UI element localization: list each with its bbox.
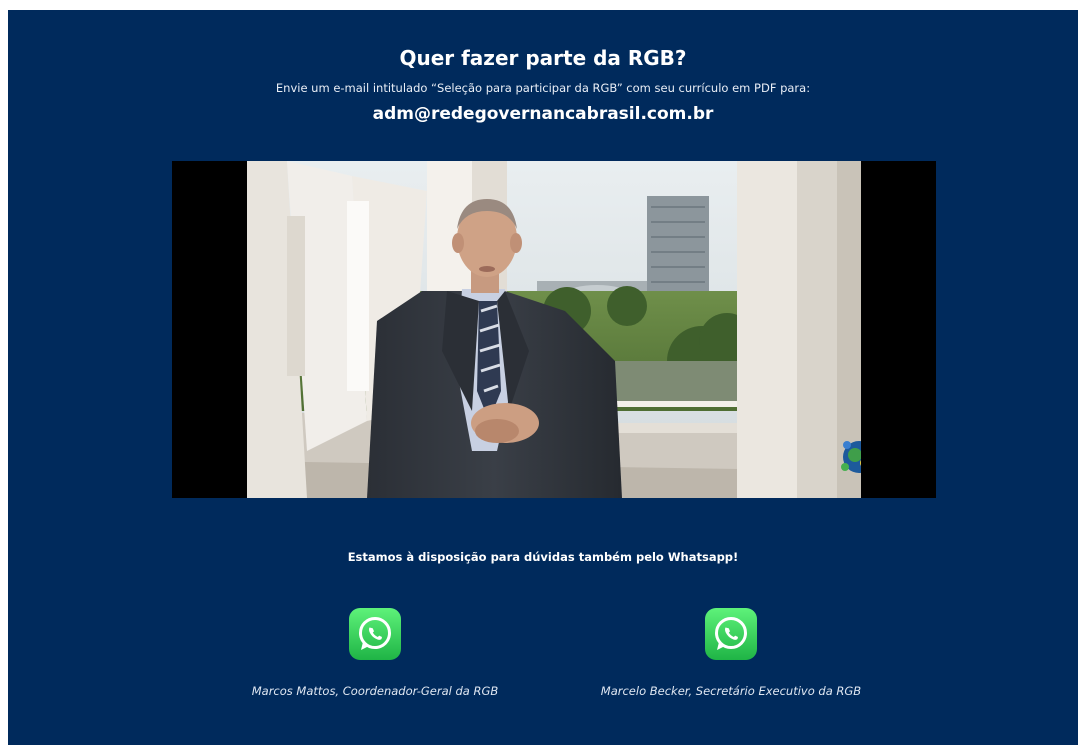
contact-marcos-mattos[interactable]: Marcos Mattos, Coordenador-Geral da RGB: [205, 608, 545, 698]
contact-name: Marcelo Becker, Secretário Executivo da …: [600, 684, 862, 698]
instructions-text: Envie um e-mail intitulado “Seleção para…: [275, 81, 811, 95]
video-frame: [247, 161, 861, 498]
page-title: Quer fazer parte da RGB?: [399, 46, 687, 70]
video-player[interactable]: [172, 161, 936, 498]
page-margin: [0, 565, 8, 745]
contact-email[interactable]: adm@redegovernancabrasil.com.br: [8, 104, 1078, 124]
contact-marcelo-becker[interactable]: Marcelo Becker, Secretário Executivo da …: [561, 608, 901, 698]
whatsapp-icon[interactable]: [349, 608, 401, 660]
whatsapp-note: Estamos à disposição para dúvidas também…: [347, 550, 739, 564]
video-scene: [247, 161, 861, 498]
recruitment-panel: Quer fazer parte da RGB? Envie um e-mail…: [8, 10, 1078, 745]
contact-name: Marcos Mattos, Coordenador-Geral da RGB: [251, 684, 499, 698]
whatsapp-icon[interactable]: [705, 608, 757, 660]
